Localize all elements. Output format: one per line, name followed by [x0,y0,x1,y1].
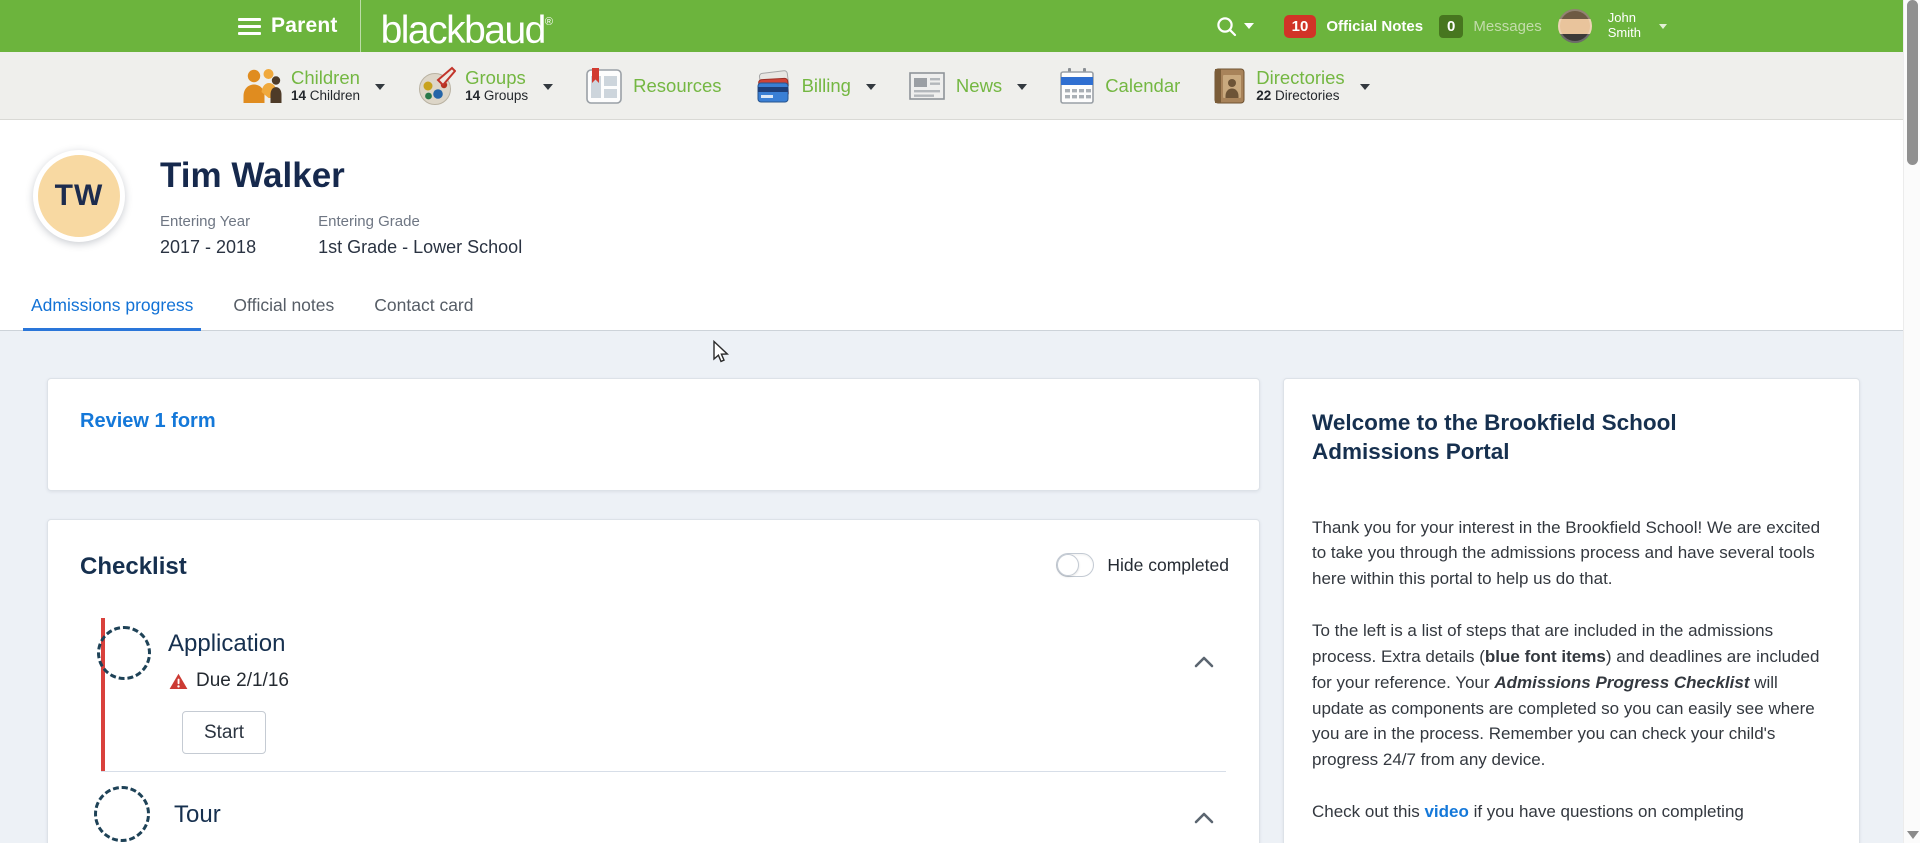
start-button[interactable]: Start [182,711,266,754]
student-profile-header: TW Tim Walker Entering Year 2017 - 2018 … [0,120,1920,331]
nav-label: Billing [802,76,851,95]
hide-completed-label: Hide completed [1107,555,1229,576]
tab-contact-card[interactable]: Contact card [366,295,481,331]
entering-year-label: Entering Year [160,213,256,230]
student-info: Entering Year 2017 - 2018 Entering Grade… [160,213,522,258]
step-status-circle [97,626,151,680]
divider [101,771,1226,772]
welcome-paragraph-3: Check out this video if you have questio… [1312,799,1831,825]
warning-icon [169,673,188,690]
caret-down-icon [1659,24,1667,29]
page-scrollbar[interactable] [1903,0,1920,843]
divider [360,0,361,52]
chevron-up-icon[interactable] [1194,656,1214,668]
hamburger-icon[interactable] [238,18,261,35]
welcome-title: Welcome to the Brookfield School Admissi… [1312,409,1712,467]
caret-down-icon [1017,84,1027,90]
official-notes-label[interactable]: Official Notes [1326,18,1423,35]
checklist-title: Checklist [80,553,187,581]
welcome-paragraph-2: To the left is a list of steps that are … [1312,618,1831,773]
tab-official-notes[interactable]: Official notes [225,295,342,331]
review-forms-card: Review 1 form [47,378,1260,491]
calendar-icon [1058,66,1096,106]
nav-item-news[interactable]: News [907,69,1027,103]
welcome-panel: Welcome to the Brookfield School Admissi… [1283,378,1860,843]
portal-role-label[interactable]: Parent [271,14,338,38]
checklist-item-title: Tour [174,801,221,829]
nav-item-billing[interactable]: Billing [753,67,876,105]
nav-label: Groups [465,68,528,87]
nav-item-resources[interactable]: Resources [584,66,721,106]
user-avatar[interactable] [1558,9,1592,43]
resources-icon [584,66,624,106]
caret-down-icon [375,84,385,90]
nav-label: Resources [633,76,721,95]
scroll-arrow-icon[interactable] [1907,831,1919,839]
checklist-card: Checklist Hide completed Application Due… [47,519,1260,843]
nav-label: Directories [1256,68,1344,87]
nav-item-directories[interactable]: Directories 22 Directories [1211,66,1369,106]
nav-label: Calendar [1105,76,1180,95]
main-navigation: Children 14 Children Groups 14 Groups [0,52,1920,120]
top-bar-right: 10 Official Notes 0 Messages John Smith [1216,9,1667,43]
entering-year-value: 2017 - 2018 [160,237,256,258]
caret-down-icon [866,84,876,90]
hide-completed-toggle[interactable] [1056,553,1094,577]
due-date-row: Due 2/1/16 [169,670,289,692]
caret-down-icon [1360,84,1370,90]
entering-grade-label: Entering Grade [318,213,522,230]
entering-grade-value: 1st Grade - Lower School [318,237,522,258]
messages-count-badge[interactable]: 0 [1439,15,1463,38]
student-avatar: TW [33,150,125,242]
student-name: Tim Walker [160,156,345,196]
caret-down-icon [1244,23,1254,29]
welcome-paragraph-1: Thank you for your interest in the Brook… [1312,515,1831,592]
nav-item-children[interactable]: Children 14 Children [242,67,385,104]
step-status-circle [94,786,150,842]
directories-icon [1211,66,1247,106]
scrollbar-thumb[interactable] [1907,0,1918,165]
hide-completed-control: Hide completed [1056,553,1229,577]
top-bar-left: Parent blackbaud® [238,0,553,52]
billing-icon [753,67,793,105]
review-forms-link[interactable]: Review 1 form [80,410,216,433]
search-icon[interactable] [1216,16,1237,37]
official-notes-count-badge[interactable]: 10 [1284,15,1317,38]
messages-label[interactable]: Messages [1473,18,1541,35]
blackbaud-logo[interactable]: blackbaud® [381,0,553,55]
news-icon [907,69,947,103]
nav-label: Children [291,68,360,87]
profile-tabs: Admissions progress Official notes Conta… [23,295,481,331]
due-date-text: Due 2/1/16 [196,670,289,692]
user-name[interactable]: John Smith [1608,11,1641,41]
checklist-item-title: Application [168,630,285,658]
caret-down-icon [543,84,553,90]
groups-icon [416,66,456,106]
main-content: Review 1 form Checklist Hide completed A… [0,331,1920,843]
nav-item-calendar[interactable]: Calendar [1058,66,1180,106]
nav-item-groups[interactable]: Groups 14 Groups [416,66,553,106]
search-button[interactable] [1216,16,1254,37]
nav-label: News [956,76,1002,95]
tab-admissions-progress[interactable]: Admissions progress [23,295,201,331]
top-bar: Parent blackbaud® 10 Official Notes 0 Me… [0,0,1920,52]
chevron-up-icon[interactable] [1194,812,1214,824]
children-icon [242,67,282,104]
video-link[interactable]: video [1424,802,1468,821]
